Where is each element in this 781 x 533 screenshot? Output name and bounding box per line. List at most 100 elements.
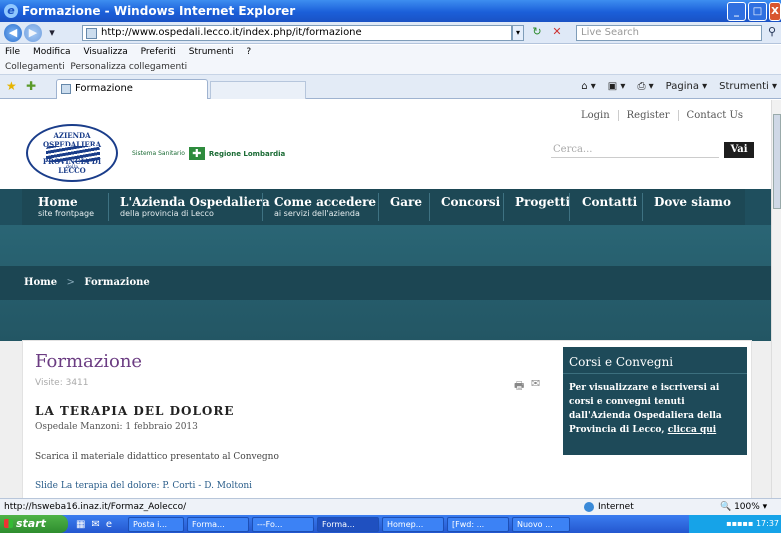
system-tray: ▪▪▪▪▪ 17:37 bbox=[689, 515, 781, 533]
nav-come-accedere-label: Come accedere bbox=[274, 195, 377, 209]
visit-count: Visite: 3411 bbox=[35, 378, 89, 388]
taskbar-button-nuovo[interactable]: Nuovo ... bbox=[512, 516, 570, 532]
customize-links-link[interactable]: Personalizza collegamenti bbox=[70, 62, 187, 72]
page-menu[interactable]: Pagina ▾ bbox=[666, 81, 708, 92]
taskbar-button-fo[interactable]: ---Fo... bbox=[252, 516, 314, 532]
article-heading: LA TERAPIA DEL DOLORE bbox=[35, 404, 235, 418]
clicca-qui-link[interactable]: clicca qui bbox=[668, 425, 717, 435]
slide-link[interactable]: Slide La terapia del dolore: P. Corti - … bbox=[35, 481, 252, 491]
article-subheading: Ospedale Manzoni: 1 febbraio 2013 bbox=[35, 422, 198, 432]
menu-modifica[interactable]: Modifica bbox=[33, 47, 71, 57]
tray-icons[interactable]: ▪▪▪▪▪ bbox=[726, 519, 756, 528]
nav-azienda-label: L'Azienda Ospedaliera bbox=[120, 195, 270, 209]
close-button[interactable]: X bbox=[769, 2, 781, 21]
top-links: Login Register Contact Us bbox=[573, 110, 751, 121]
email-icon[interactable]: ✉ bbox=[531, 377, 540, 390]
nav-concorsi[interactable]: Concorsi bbox=[441, 195, 500, 209]
hospital-logo[interactable]: AZIENDA OSPEDALIERA della PROVINCIA DI L… bbox=[26, 124, 118, 182]
stop-icon[interactable]: ✕ bbox=[548, 25, 566, 41]
favorites-star-icon[interactable]: ★ bbox=[6, 79, 17, 93]
nav-divider bbox=[108, 193, 109, 221]
zoom-value: 100% bbox=[734, 502, 760, 512]
search-icon[interactable]: ⚲ bbox=[764, 25, 780, 41]
nav-gare[interactable]: Gare bbox=[390, 195, 422, 209]
menu-preferiti[interactable]: Preferiti bbox=[141, 47, 176, 57]
scrollbar-thumb[interactable] bbox=[773, 114, 781, 209]
web-page: AZIENDA OSPEDALIERA della PROVINCIA DI L… bbox=[0, 100, 771, 498]
nav-divider bbox=[642, 193, 643, 221]
login-link[interactable]: Login bbox=[573, 110, 618, 121]
vertical-scrollbar[interactable] bbox=[771, 100, 781, 498]
home-icon[interactable]: ⌂ ▾ bbox=[581, 81, 596, 92]
sidebar-divider bbox=[563, 373, 747, 374]
menu-bar: File Modifica Visualizza Preferiti Strum… bbox=[0, 45, 781, 60]
print-icon[interactable]: 🖶 bbox=[514, 377, 524, 396]
address-toolbar: ◀ ▶ ▾ http://www.ospedali.lecco.it/index… bbox=[0, 22, 781, 44]
quick-launch: ▦ ✉ e bbox=[68, 519, 128, 530]
ie-quicklaunch-icon[interactable]: e bbox=[106, 519, 112, 530]
sidebar-title: Corsi e Convegni bbox=[569, 355, 674, 369]
nav-dove-siamo[interactable]: Dove siamo bbox=[654, 195, 731, 209]
nav-dove-siamo-label: Dove siamo bbox=[654, 195, 731, 209]
nav-azienda-sub: della provincia di Lecco bbox=[120, 209, 214, 218]
desktop-icon[interactable]: ▦ bbox=[76, 519, 85, 530]
nav-concorsi-label: Concorsi bbox=[441, 195, 501, 209]
back-button[interactable]: ◀ bbox=[4, 24, 22, 42]
taskbar-button-homep[interactable]: Homep... bbox=[382, 516, 444, 532]
tab-bar: ★ ✚ Formazione ⌂ ▾ ▣ ▾ ⎙ ▾ Pagina ▾ Stru… bbox=[0, 75, 781, 99]
add-favorite-icon[interactable]: ✚ bbox=[26, 79, 36, 93]
nav-home[interactable]: Home site frontpage bbox=[38, 195, 94, 218]
breadcrumb-home[interactable]: Home bbox=[24, 277, 57, 288]
nav-progetti[interactable]: Progetti bbox=[515, 195, 570, 209]
history-dropdown-icon[interactable]: ▾ bbox=[46, 24, 58, 42]
breadcrumb-separator-icon: > bbox=[66, 277, 75, 288]
breadcrumb-current: Formazione bbox=[84, 277, 150, 288]
window-titlebar: e Formazione - Windows Internet Explorer… bbox=[0, 0, 781, 22]
nav-come-accedere[interactable]: Come accedere ai servizi dell'azienda bbox=[274, 195, 376, 218]
address-url: http://www.ospedali.lecco.it/index.php/i… bbox=[101, 27, 362, 38]
zoom-level[interactable]: 🔍 100% ▾ bbox=[720, 499, 767, 515]
taskbar-button-forma1[interactable]: Forma... bbox=[187, 516, 249, 532]
outlook-icon[interactable]: ✉ bbox=[91, 519, 99, 530]
new-tab-button[interactable] bbox=[210, 81, 306, 99]
tab-label: Formazione bbox=[75, 83, 133, 94]
menu-help[interactable]: ? bbox=[246, 47, 251, 57]
nav-divider bbox=[569, 193, 570, 221]
lombardia-cross-icon: ✚ bbox=[188, 147, 205, 160]
live-search-placeholder: Live Search bbox=[581, 27, 639, 38]
nav-band: Home site frontpage L'Azienda Ospedalier… bbox=[0, 189, 771, 341]
status-url: http://hsweba16.inaz.it/Formaz_Aolecco/ bbox=[4, 502, 187, 512]
taskbar-button-posta[interactable]: Posta i... bbox=[128, 516, 184, 532]
menu-visualizza[interactable]: Visualizza bbox=[83, 47, 127, 57]
maximize-button[interactable]: □ bbox=[748, 2, 767, 21]
nav-azienda[interactable]: L'Azienda Ospedaliera della provincia di… bbox=[120, 195, 270, 218]
menu-file[interactable]: File bbox=[5, 47, 20, 57]
sidebar-corsi-convegni: Corsi e Convegni Per visualizzare e iscr… bbox=[563, 347, 747, 455]
regione-lombardia-logo[interactable]: Sistema Sanitario ✚ Regione Lombardia bbox=[132, 147, 285, 160]
print-icon[interactable]: ⎙ ▾ bbox=[637, 81, 653, 92]
site-search-placeholder: Cerca... bbox=[553, 144, 593, 155]
contact-link[interactable]: Contact Us bbox=[677, 110, 751, 121]
nav-contatti[interactable]: Contatti bbox=[582, 195, 637, 209]
nav-progetti-label: Progetti bbox=[515, 195, 571, 209]
taskbar: start ▦ ✉ e Posta i... Forma... ---Fo...… bbox=[0, 515, 781, 533]
address-dropdown-icon[interactable]: ▾ bbox=[512, 25, 524, 41]
site-search-button[interactable]: Vai bbox=[724, 142, 754, 158]
article-text: Scarica il materiale didattico presentat… bbox=[35, 452, 279, 462]
partner-prefix: Sistema Sanitario bbox=[132, 150, 185, 157]
live-search-input[interactable]: Live Search bbox=[576, 25, 762, 41]
menu-strumenti[interactable]: Strumenti bbox=[189, 47, 234, 57]
taskbar-button-forma2[interactable]: Forma... bbox=[317, 516, 379, 532]
forward-button[interactable]: ▶ bbox=[24, 24, 42, 42]
minimize-button[interactable]: _ bbox=[727, 2, 746, 21]
tab-formazione[interactable]: Formazione bbox=[56, 79, 208, 99]
refresh-icon[interactable]: ↻ bbox=[528, 25, 546, 41]
address-input[interactable]: http://www.ospedali.lecco.it/index.php/i… bbox=[82, 25, 512, 41]
feeds-icon[interactable]: ▣ ▾ bbox=[608, 81, 626, 92]
taskbar-button-fwd[interactable]: [Fwd: ... bbox=[447, 516, 509, 532]
tools-menu[interactable]: Strumenti ▾ bbox=[719, 81, 777, 92]
status-bar: http://hsweba16.inaz.it/Formaz_Aolecco/ … bbox=[0, 498, 781, 515]
start-button[interactable]: start bbox=[0, 515, 68, 533]
site-search-input[interactable]: Cerca... bbox=[551, 141, 719, 158]
register-link[interactable]: Register bbox=[617, 110, 678, 121]
